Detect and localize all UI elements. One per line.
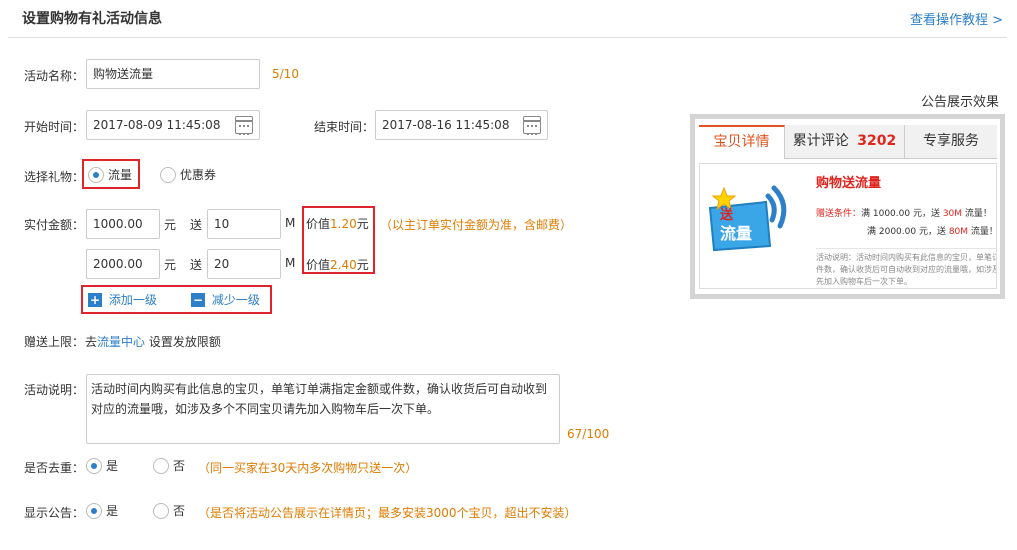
notice-label: 显示公告： xyxy=(24,506,85,520)
gift-option-traffic[interactable]: 流量 xyxy=(88,166,132,183)
start-time-value: 2017-08-09 11:45:08 xyxy=(93,118,221,132)
preview-banner: 送 流量 购物送流量 赠送条件：满 1000.00 元，送 30M 流量！ 满 … xyxy=(699,163,997,289)
radio-selected-icon[interactable] xyxy=(86,502,102,519)
calendar-icon[interactable] xyxy=(235,116,253,135)
tier2-unit: M xyxy=(285,256,296,270)
notice-note: （是否将活动公告展示在详情页；最多安装3000个宝贝，超出不安装） xyxy=(198,506,577,520)
amount-note: （以主订单实付金额为准，含邮费） xyxy=(380,218,573,232)
name-label: 活动名称： xyxy=(24,69,85,83)
radio-icon[interactable] xyxy=(160,166,176,183)
gift-option-coupon[interactable]: 优惠券 xyxy=(160,166,216,183)
radio-selected-icon[interactable] xyxy=(86,457,102,474)
desc-label: 活动说明： xyxy=(24,383,85,397)
tier1-value-number: 1.20 xyxy=(330,217,357,231)
tier2-yuan: 元 xyxy=(164,258,177,272)
tier1-yuan: 元 xyxy=(164,218,177,232)
page-title: 设置购物有礼活动信息 xyxy=(22,11,162,27)
radio-icon[interactable] xyxy=(153,457,169,474)
desc-char-counter: 67/100 xyxy=(567,427,610,441)
start-time-label: 开始时间： xyxy=(24,120,85,134)
tier2-value-number: 2.40 xyxy=(330,258,357,272)
traffic-badge-icon xyxy=(708,185,787,252)
tab-reviews: 累计评论 3202 xyxy=(785,125,905,158)
badge-main-text: 流量 xyxy=(720,224,753,243)
add-level-button[interactable]: + 添加一级 xyxy=(88,291,157,308)
traffic-center-link[interactable]: 流量中心 xyxy=(97,335,145,349)
header-divider xyxy=(8,37,1007,38)
end-time-label: 结束时间： xyxy=(314,120,375,134)
activity-name-input[interactable]: 购物送流量 xyxy=(86,59,260,89)
tier1-value: 价值1.20元 xyxy=(306,217,369,231)
tier2-value: 价值2.40元 xyxy=(306,258,369,272)
name-char-counter: 5/10 xyxy=(272,67,299,81)
dedup-no-option[interactable]: 否 xyxy=(153,457,185,474)
dedup-yes-option[interactable]: 是 xyxy=(86,457,118,474)
limit-text: 去流量中心 设置发放限额 xyxy=(85,335,221,349)
end-time-input[interactable]: 2017-08-16 11:45:08 xyxy=(375,110,548,140)
review-count: 3202 xyxy=(857,133,897,149)
notice-yes-option[interactable]: 是 xyxy=(86,502,118,519)
tutorial-link[interactable]: 查看操作教程 > xyxy=(910,9,1003,28)
notice-no-option[interactable]: 否 xyxy=(153,502,185,519)
tab-item-details: 宝贝详情 xyxy=(699,125,785,159)
tier2-give: 送 xyxy=(190,258,203,272)
limit-label: 赠送上限： xyxy=(24,335,85,349)
preview-tabs: 宝贝详情 累计评论 3202 专享服务 xyxy=(699,125,997,159)
tier2-amount-input[interactable]: 2000.00 xyxy=(86,249,160,279)
radio-selected-icon[interactable] xyxy=(88,166,104,183)
end-time-value: 2017-08-16 11:45:08 xyxy=(382,118,510,132)
amount-label: 实付金额： xyxy=(24,218,85,232)
preview-title: 公告展示效果 xyxy=(921,95,1000,110)
tier1-unit: M xyxy=(285,216,296,230)
promo-divider xyxy=(816,248,996,249)
promo-line-2: 满 2000.00 元，送 80M 流量！ xyxy=(867,227,997,237)
remove-level-button[interactable]: − 减少一级 xyxy=(191,291,260,308)
dedup-label: 是否去重： xyxy=(24,461,85,475)
tier1-amount-input[interactable]: 1000.00 xyxy=(86,209,160,239)
calendar-icon[interactable] xyxy=(523,116,541,135)
tier1-mb-input[interactable]: 10 xyxy=(207,209,281,239)
tier2-mb-input[interactable]: 20 xyxy=(207,249,281,279)
gift-label: 选择礼物： xyxy=(24,170,85,184)
promo-desc: 活动说明：活动时间内购买有此信息的宝贝，单笔订单满指定金额或件数，确认收货后可自… xyxy=(816,253,997,286)
tier1-give: 送 xyxy=(190,218,203,232)
start-time-input[interactable]: 2017-08-09 11:45:08 xyxy=(86,110,260,140)
promo-line-1: 赠送条件：满 1000.00 元，送 30M 流量！ xyxy=(816,209,992,219)
activity-desc-textarea[interactable]: 活动时间内购买有此信息的宝贝，单笔订单满指定金额或件数，确认收货后可自动收到对应… xyxy=(86,374,560,444)
dedup-note: （同一买家在30天内多次购物只送一次） xyxy=(198,461,418,475)
tab-exclusive-service: 专享服务 xyxy=(905,125,997,158)
minus-icon: − xyxy=(191,292,205,307)
plus-icon: + xyxy=(88,292,102,307)
notice-preview-panel: 宝贝详情 累计评论 3202 专享服务 送 流量 购物送流量 赠送条件：满 10… xyxy=(690,114,1005,299)
radio-icon[interactable] xyxy=(153,502,169,519)
promo-title: 购物送流量 xyxy=(816,176,882,191)
